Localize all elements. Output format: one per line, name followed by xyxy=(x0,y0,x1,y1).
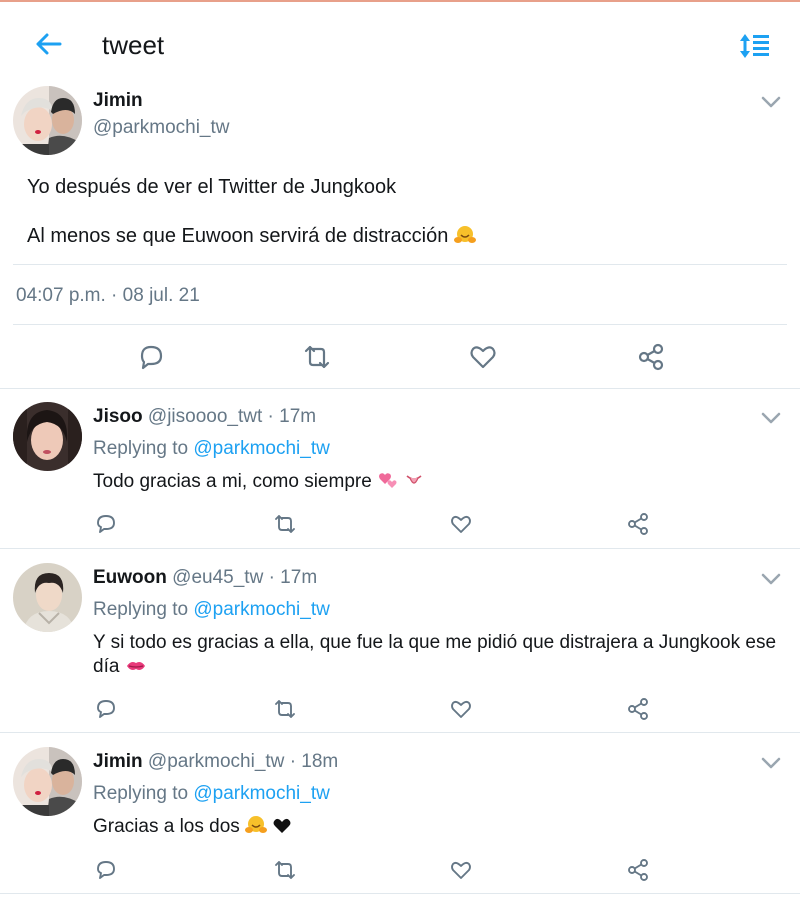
avatar-jimin-image xyxy=(13,86,82,155)
header-bar: tweet xyxy=(0,2,800,84)
tweet-text-line-2: Al menos se que Euwoon servirá de distra… xyxy=(27,225,476,248)
share-icon[interactable] xyxy=(636,342,666,372)
chevron-down-icon[interactable] xyxy=(760,411,782,425)
reply-text: Todo gracias a mi, como siempre xyxy=(93,470,793,494)
avatar[interactable] xyxy=(13,402,82,471)
reply-icon[interactable] xyxy=(94,858,118,882)
reply-text-line-2-content: día xyxy=(93,656,120,677)
reply-text-content: Gracias a los dos xyxy=(93,816,240,837)
kiss-mark-icon xyxy=(126,662,145,670)
revolving-hearts-icon xyxy=(379,473,397,488)
avatar[interactable] xyxy=(13,563,82,632)
replying-to: Replying to @parkmochi_tw xyxy=(93,599,330,621)
retweet-icon[interactable] xyxy=(272,858,298,882)
replying-to-handle[interactable]: @parkmochi_tw xyxy=(193,599,330,620)
page-title: tweet xyxy=(102,30,165,60)
reply-text-content: Todo gracias a mi, como siempre xyxy=(93,471,372,492)
share-icon[interactable] xyxy=(626,697,650,721)
reply-icon[interactable] xyxy=(94,512,118,536)
reply-icon[interactable] xyxy=(136,342,166,372)
replying-to-label: Replying to xyxy=(93,783,189,804)
like-heart-icon[interactable] xyxy=(449,858,473,882)
reply-time: · 18m xyxy=(289,751,339,772)
back-arrow-icon[interactable] xyxy=(30,28,66,60)
replying-to-label: Replying to xyxy=(93,599,189,620)
author-handle[interactable]: @eu45_tw xyxy=(172,567,263,588)
replying-to: Replying to @parkmochi_tw xyxy=(93,438,330,460)
avatar-jimin-image xyxy=(13,747,82,816)
share-icon[interactable] xyxy=(626,858,650,882)
replying-to-handle[interactable]: @parkmochi_tw xyxy=(193,783,330,804)
divider xyxy=(13,324,787,325)
retweet-icon[interactable] xyxy=(300,342,334,372)
reply-icon[interactable] xyxy=(94,697,118,721)
tweet-text-line-2-text: Al menos se que Euwoon servirá de distra… xyxy=(27,225,449,247)
divider xyxy=(0,388,800,389)
reply-text-line-1: Y si todo es gracias a ella, que fue la … xyxy=(93,632,777,653)
chevron-down-icon[interactable] xyxy=(760,572,782,586)
black-heart-icon xyxy=(273,818,291,833)
author-handle[interactable]: @parkmochi_tw xyxy=(93,117,230,139)
avatar[interactable] xyxy=(13,86,82,155)
divider xyxy=(0,548,800,549)
avatar[interactable] xyxy=(13,747,82,816)
divider xyxy=(0,732,800,733)
tongue-face-icon xyxy=(406,475,422,484)
like-heart-icon[interactable] xyxy=(449,512,473,536)
avatar-euwoon-image xyxy=(13,563,82,632)
hugging-face-icon xyxy=(453,226,476,243)
retweet-icon[interactable] xyxy=(272,697,298,721)
share-icon[interactable] xyxy=(626,512,650,536)
author-name[interactable]: Euwoon xyxy=(93,567,167,588)
like-heart-icon[interactable] xyxy=(468,342,498,372)
reply-text: Y si todo es gracias a ella, que fue la … xyxy=(93,631,793,679)
like-heart-icon[interactable] xyxy=(449,697,473,721)
replying-to: Replying to @parkmochi_tw xyxy=(93,783,330,805)
chevron-down-icon[interactable] xyxy=(760,95,782,109)
author-name[interactable]: Jisoo xyxy=(93,406,143,427)
tweet-timestamp: 04:07 p.m. · 08 jul. 21 xyxy=(16,285,200,306)
reply-text-line-2: día xyxy=(93,655,793,679)
hugging-face-icon xyxy=(245,816,268,833)
divider xyxy=(13,264,787,265)
reply-header: Jimin @parkmochi_tw · 18m xyxy=(93,751,338,773)
chevron-down-icon[interactable] xyxy=(760,756,782,770)
divider xyxy=(0,893,800,894)
reply-text: Gracias a los dos xyxy=(93,815,793,839)
tweet-text-line-1: Yo después de ver el Twitter de Jungkook xyxy=(27,176,397,198)
reply-time: · 17m xyxy=(268,567,318,588)
author-handle[interactable]: @parkmochi_tw xyxy=(148,751,285,772)
avatar-jisoo-image xyxy=(13,402,82,471)
author-name[interactable]: Jimin xyxy=(93,90,143,112)
reply-header: Jisoo @jisoooo_twt · 17m xyxy=(93,406,316,428)
reply-header: Euwoon @eu45_tw · 17m xyxy=(93,567,317,589)
sort-icon[interactable] xyxy=(738,32,772,60)
author-name[interactable]: Jimin xyxy=(93,751,143,772)
replying-to-handle[interactable]: @parkmochi_tw xyxy=(193,438,330,459)
replying-to-label: Replying to xyxy=(93,438,189,459)
reply-time: · 17m xyxy=(267,406,317,427)
author-handle[interactable]: @jisoooo_twt xyxy=(148,406,262,427)
retweet-icon[interactable] xyxy=(272,512,298,536)
